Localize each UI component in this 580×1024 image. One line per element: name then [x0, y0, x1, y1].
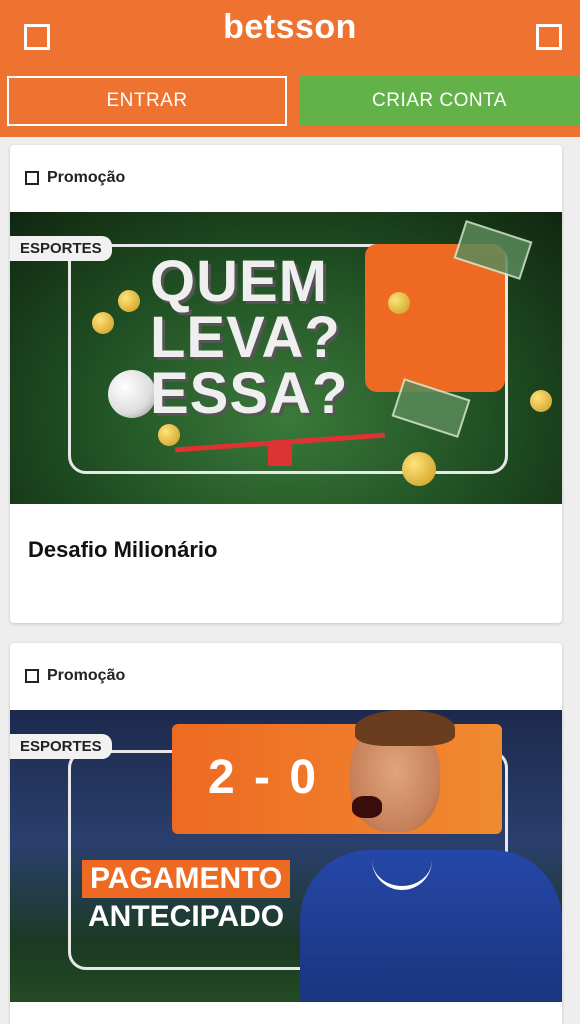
promotion-type: Promoção [25, 169, 125, 187]
soccer-ball-icon [108, 370, 156, 418]
player-shirt [300, 850, 562, 1002]
promotion-type-label: Promoção [47, 169, 126, 186]
promotion-card[interactable]: Promoção ESPORTES 2 - 0 PAGAMENTO ANTECI… [10, 643, 562, 1024]
user-icon[interactable] [536, 24, 562, 50]
promotion-type: Promoção [25, 667, 125, 685]
promotion-banner[interactable]: ESPORTES 2 - 0 PAGAMENTO ANTECIPADO [10, 710, 562, 1002]
coin-icon [402, 452, 436, 486]
promotion-icon [25, 171, 39, 185]
promotion-title[interactable]: Desafio Milionário [28, 537, 217, 563]
scale-base-icon [268, 440, 292, 466]
player-hair [355, 710, 455, 746]
coin-icon [118, 290, 140, 312]
banner-headline-line2: ANTECIPADO [88, 900, 285, 933]
player-mouth [352, 796, 382, 818]
coin-icon [158, 424, 180, 446]
category-tag: ESPORTES [10, 734, 112, 759]
banner-headline-line1: PAGAMENTO [82, 860, 291, 898]
promotion-card[interactable]: Promoção ESPORTES QUEM LEVA? ESSA? Desaf… [10, 145, 562, 623]
promotion-banner[interactable]: ESPORTES QUEM LEVA? ESSA? [10, 212, 562, 504]
brand-logo[interactable]: betsson [0, 8, 580, 47]
coin-icon [92, 312, 114, 334]
category-tag: ESPORTES [10, 236, 112, 261]
promotion-icon [25, 669, 39, 683]
login-button[interactable]: ENTRAR [7, 76, 287, 126]
headline-line: QUEM [150, 249, 328, 314]
headline-line: ESSA? [150, 361, 349, 426]
headline-line: LEVA? [150, 305, 341, 370]
promotion-type-label: Promoção [47, 667, 126, 684]
auth-buttons: ENTRAR CRIAR CONTA [7, 76, 580, 126]
player-image [300, 710, 562, 1002]
coin-icon [530, 390, 552, 412]
coin-icon [388, 292, 410, 314]
signup-button[interactable]: CRIAR CONTA [299, 76, 580, 126]
app-header: betsson ENTRAR CRIAR CONTA [0, 0, 580, 137]
banner-headline: QUEM LEVA? ESSA? [150, 249, 349, 426]
